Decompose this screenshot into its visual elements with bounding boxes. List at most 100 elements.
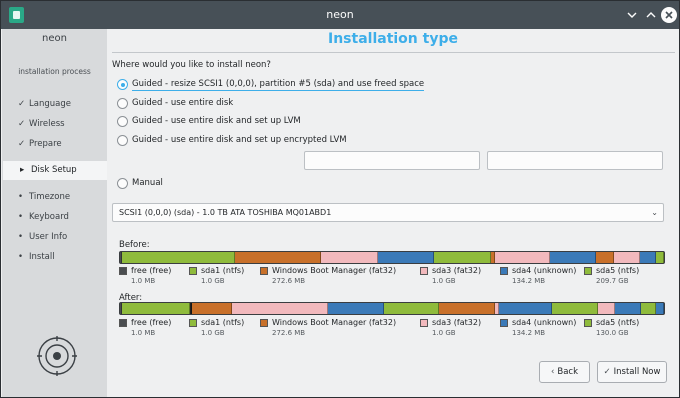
passphrase-confirm-field[interactable]: [487, 151, 663, 170]
sidebar-item-label: Disk Setup: [31, 165, 77, 175]
sidebar-item-wireless: ✓ Wireless: [18, 119, 65, 129]
partition-segment-sda5: [434, 252, 492, 263]
option-label: Guided - use entire disk and set up LVM: [132, 116, 301, 126]
legend-size: 272.6 MB: [272, 277, 306, 285]
sidebar: neon installation process ✓ Language ✓ Wir…: [2, 29, 107, 397]
back-button[interactable]: ‹ Back: [539, 361, 590, 383]
minimize-button[interactable]: [624, 7, 640, 23]
legend-size: 272.6 MB: [272, 329, 306, 337]
legend-swatch: [584, 267, 592, 275]
partition-segment-sda4: [498, 303, 553, 314]
partition-segment-sda3: [597, 303, 616, 314]
legend-swatch: [584, 319, 592, 327]
legend-name: sda3 (fat32): [432, 266, 482, 275]
sidebar-item-timezone: • Timezone: [18, 192, 70, 202]
bullet-icon: •: [18, 192, 24, 202]
window-title: neon: [326, 8, 354, 21]
partition-segment-sda5: [656, 252, 664, 263]
partition-segment-sda5: [640, 303, 657, 314]
legend-swatch: [420, 319, 428, 327]
partition-segment-sda5: [383, 303, 440, 314]
title-bar: neon: [1, 1, 679, 29]
chevron-left-icon: ‹: [550, 367, 555, 377]
partition-segment-sda3: [320, 252, 378, 263]
partition-segment-sda2: [235, 252, 321, 263]
legend-name: Windows Boot Manager (fat32): [272, 318, 397, 327]
partition-segment-sda2: [596, 252, 615, 263]
legend-swatch: [420, 267, 428, 275]
legend-name: sda4 (unknown): [512, 266, 577, 275]
disk-select-value: SCSI1 (0,0,0) (sda) - 1.0 TB ATA TOSHIBA…: [119, 208, 332, 217]
legend-size: 130.0 GB: [596, 329, 629, 337]
legend-name: sda5 (ntfs): [596, 318, 640, 327]
main-panel: Installation type Where would you like t…: [107, 29, 679, 397]
install-now-label: Install Now: [613, 367, 661, 377]
sidebar-item-label: Timezone: [29, 192, 71, 202]
arrow-right-icon: ▸: [20, 165, 25, 175]
legend-name: sda1 (ntfs): [201, 318, 245, 327]
legend-swatch: [119, 267, 127, 275]
legend-swatch: [189, 319, 197, 327]
legend-swatch: [260, 319, 268, 327]
legend-swatch: [189, 267, 197, 275]
disk-select[interactable]: SCSI1 (0,0,0) (sda) - 1.0 TB ATA TOSHIBA…: [112, 203, 664, 222]
sidebar-item-label: User Info: [29, 232, 68, 242]
sidebar-item-user-info: • User Info: [18, 232, 67, 242]
legend-swatch: [500, 267, 508, 275]
partition-segment-sda4: [640, 252, 657, 263]
install-now-button[interactable]: ✓ Install Now: [597, 361, 667, 383]
partition-segment-sda1: [122, 303, 191, 314]
sidebar-item-label: Language: [29, 99, 71, 109]
partition-segment-sda4: [615, 303, 641, 314]
sidebar-item-label: Wireless: [29, 119, 65, 129]
legend-name: sda3 (fat32): [432, 318, 482, 327]
bullet-icon: •: [18, 252, 24, 262]
legend-name: sda5 (ntfs): [596, 266, 640, 275]
check-icon: ✓: [603, 367, 611, 377]
chevron-down-icon: ⌄: [651, 208, 658, 217]
legend-swatch: [260, 267, 268, 275]
legend-size: 1.0 GB: [201, 329, 225, 337]
chevron-up-icon: [646, 12, 656, 18]
partition-segment-sda4: [327, 303, 384, 314]
legend-name: free (free): [131, 266, 172, 275]
radio-button[interactable]: [117, 79, 128, 90]
partition-segment-sda3: [495, 252, 550, 263]
partition-segment-sda5: [552, 303, 598, 314]
radio-button[interactable]: [117, 116, 128, 127]
option-label: Guided - use entire disk: [132, 98, 234, 108]
partition-segment-sda3: [614, 252, 641, 263]
sidebar-item-label: Prepare: [29, 139, 62, 149]
sidebar-item-label: Keyboard: [29, 212, 69, 222]
chevron-down-icon: [627, 12, 637, 18]
after-partition-bar[interactable]: [119, 302, 665, 315]
legend-size: 1.0 GB: [201, 277, 225, 285]
radio-button[interactable]: [117, 178, 128, 189]
sidebar-item-language: ✓ Language: [18, 99, 71, 109]
close-button[interactable]: [661, 7, 677, 23]
sidebar-item-label: Install: [29, 252, 55, 262]
partition-segment-sda4: [656, 303, 664, 314]
legend-size: 1.0 GB: [432, 277, 456, 285]
legend-size: 1.0 MB: [131, 277, 156, 285]
before-partition-bar: [119, 251, 665, 264]
option-label: Guided - resize SCSI1 (0,0,0), partition…: [132, 79, 425, 91]
installer-window: neon neon installation process ✓ Language…: [0, 0, 680, 398]
sidebar-item-prepare: ✓ Prepare: [18, 139, 62, 149]
option-label: Manual: [132, 178, 163, 188]
check-icon: ✓: [18, 119, 26, 129]
legend-size: 209.7 GB: [596, 277, 629, 285]
legend-swatch: [500, 319, 508, 327]
install-question: Where would you like to install neon?: [112, 60, 271, 70]
radio-button[interactable]: [117, 98, 128, 109]
maximize-button[interactable]: [643, 7, 659, 23]
sidebar-item-disk-setup: ▸ Disk Setup: [3, 161, 107, 180]
legend-name: sda1 (ntfs): [201, 266, 245, 275]
legend-name: sda4 (unknown): [512, 318, 577, 327]
radio-button[interactable]: [117, 135, 128, 146]
legend-size: 134.2 MB: [512, 329, 546, 337]
option-label: Guided - use entire disk and set up encr…: [132, 135, 347, 145]
sidebar-brand: neon: [42, 33, 67, 44]
passphrase-field[interactable]: [304, 151, 480, 170]
check-icon: ✓: [18, 99, 26, 109]
